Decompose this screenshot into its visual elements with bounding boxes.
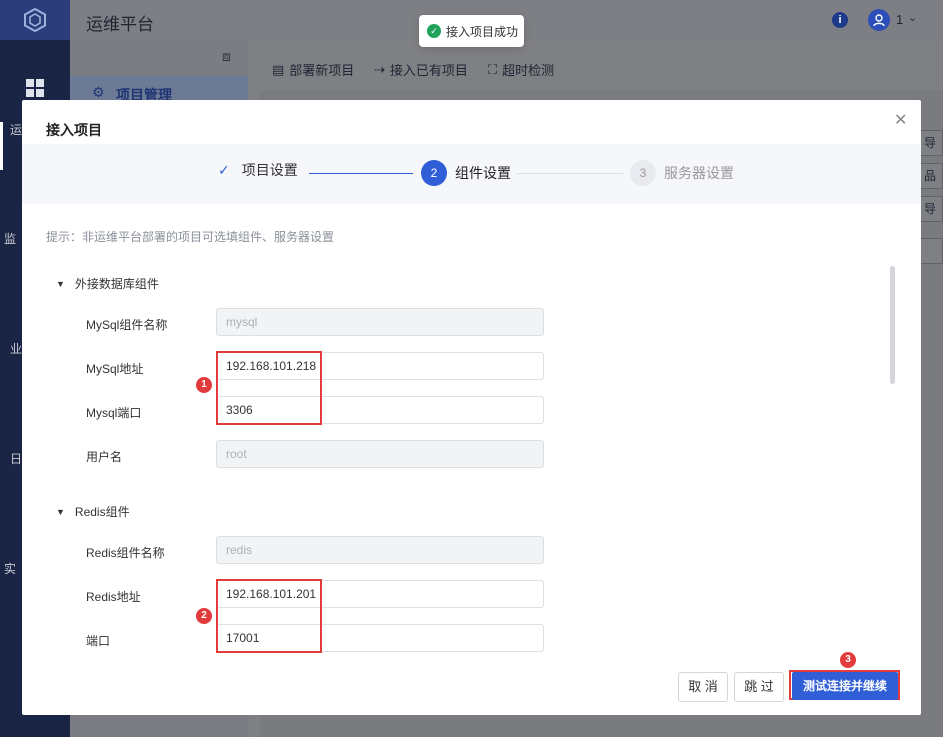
step-project-settings[interactable]: ✓ 项目设置 — [218, 160, 298, 180]
mysql-address-input[interactable] — [216, 352, 544, 380]
toast-text: 接入项目成功 — [446, 24, 519, 39]
step-connector — [309, 173, 413, 174]
redis-address-input[interactable] — [216, 580, 544, 608]
scrollbar[interactable] — [890, 266, 895, 384]
toolbar: ▤ 部署新项目 ⇢ 接入已有项目 ⛶ 超时检测 — [248, 40, 943, 96]
deploy-project-button[interactable]: ▤ 部署新项目 — [272, 60, 354, 79]
import-project-dialog: 接入项目 ✕ ✓ 项目设置 2 组件设置 3 服务器设置 提示：非运维平台部署的… — [22, 100, 921, 715]
section-title: Redis组件 — [74, 505, 130, 519]
annotation-badge: 1 — [196, 377, 212, 393]
field-label: Mysql端口 — [86, 406, 142, 420]
field-label: Redis地址 — [86, 590, 141, 604]
redis-name-input[interactable] — [216, 536, 544, 564]
timeout-check-label: 超时检测 — [502, 63, 555, 78]
deploy-project-label: 部署新项目 — [289, 63, 355, 78]
server-icon: ▤ — [272, 61, 285, 77]
step-connector — [517, 173, 623, 174]
step-number: 2 — [421, 160, 447, 186]
timeout-check-button[interactable]: ⛶ 超时检测 — [488, 60, 554, 79]
check-circle-icon: ✓ — [427, 24, 441, 38]
success-toast: ✓ 接入项目成功 — [419, 15, 524, 47]
redis-port-input[interactable] — [216, 624, 544, 652]
sidebar-item-label: 日 — [10, 452, 23, 466]
triangle-down-icon: ▼ — [56, 278, 65, 289]
sidebar-item-label: 业 — [10, 342, 23, 356]
app-title: 运维平台 — [86, 15, 154, 34]
grid-icon — [26, 79, 44, 97]
close-icon[interactable]: ✕ — [894, 110, 907, 130]
user-icon — [873, 14, 885, 27]
mysql-username-input[interactable] — [216, 440, 544, 468]
skip-button[interactable]: 跳 过 — [734, 672, 784, 702]
user-name[interactable]: 1 — [896, 12, 903, 27]
section-db-header[interactable]: ▼ 外接数据库组件 — [56, 275, 159, 292]
field-label: 端口 — [86, 634, 111, 648]
import-project-button[interactable]: ⇢ 接入已有项目 — [374, 60, 468, 79]
field-label: MySql组件名称 — [86, 318, 168, 332]
cube-logo-icon — [24, 7, 46, 33]
triangle-down-icon: ▼ — [56, 506, 65, 517]
step-indicator: ✓ 项目设置 2 组件设置 3 服务器设置 — [22, 144, 921, 204]
annotation-badge: 2 — [196, 608, 212, 624]
field-label: Redis组件名称 — [86, 546, 165, 560]
test-connection-continue-button[interactable]: 测试连接并继续 — [792, 672, 898, 700]
app-logo[interactable] — [0, 0, 70, 40]
sidebar-active-indicator — [0, 122, 3, 170]
field-label: MySql地址 — [86, 362, 144, 376]
step-label: 项目设置 — [241, 162, 298, 178]
dialog-title: 接入项目 — [46, 122, 102, 138]
mysql-name-input[interactable] — [216, 308, 544, 336]
pin-icon[interactable]: ⧈ — [222, 48, 231, 65]
import-project-label: 接入已有项目 — [389, 63, 468, 78]
info-icon[interactable]: i — [832, 12, 848, 28]
mysql-port-input[interactable] — [216, 396, 544, 424]
sidebar-item-label: 监 — [4, 232, 17, 246]
scan-icon: ⛶ — [488, 61, 498, 77]
step-label: 组件设置 — [455, 165, 511, 181]
step-label: 服务器设置 — [664, 165, 734, 181]
cancel-button[interactable]: 取 消 — [678, 672, 728, 702]
step-server-settings[interactable]: 3 服务器设置 — [630, 160, 734, 186]
step-number: 3 — [630, 160, 656, 186]
gear-icon: ⚙ — [92, 84, 105, 100]
sidebar-item-label: 实 — [4, 562, 17, 576]
check-icon: ✓ — [218, 161, 230, 178]
step-component-settings[interactable]: 2 组件设置 — [421, 160, 511, 186]
hint-text: 提示：非运维平台部署的项目可选填组件、服务器设置 — [46, 230, 335, 244]
annotation-badge: 3 — [840, 652, 856, 668]
avatar[interactable] — [868, 9, 890, 31]
import-icon: ⇢ — [374, 61, 385, 77]
section-title: 外接数据库组件 — [74, 277, 159, 291]
chevron-down-icon[interactable]: ⌄ — [908, 11, 917, 24]
sidebar-item-label: 运 — [10, 123, 23, 137]
field-label: 用户名 — [86, 450, 123, 464]
section-redis-header[interactable]: ▼ Redis组件 — [56, 503, 130, 520]
